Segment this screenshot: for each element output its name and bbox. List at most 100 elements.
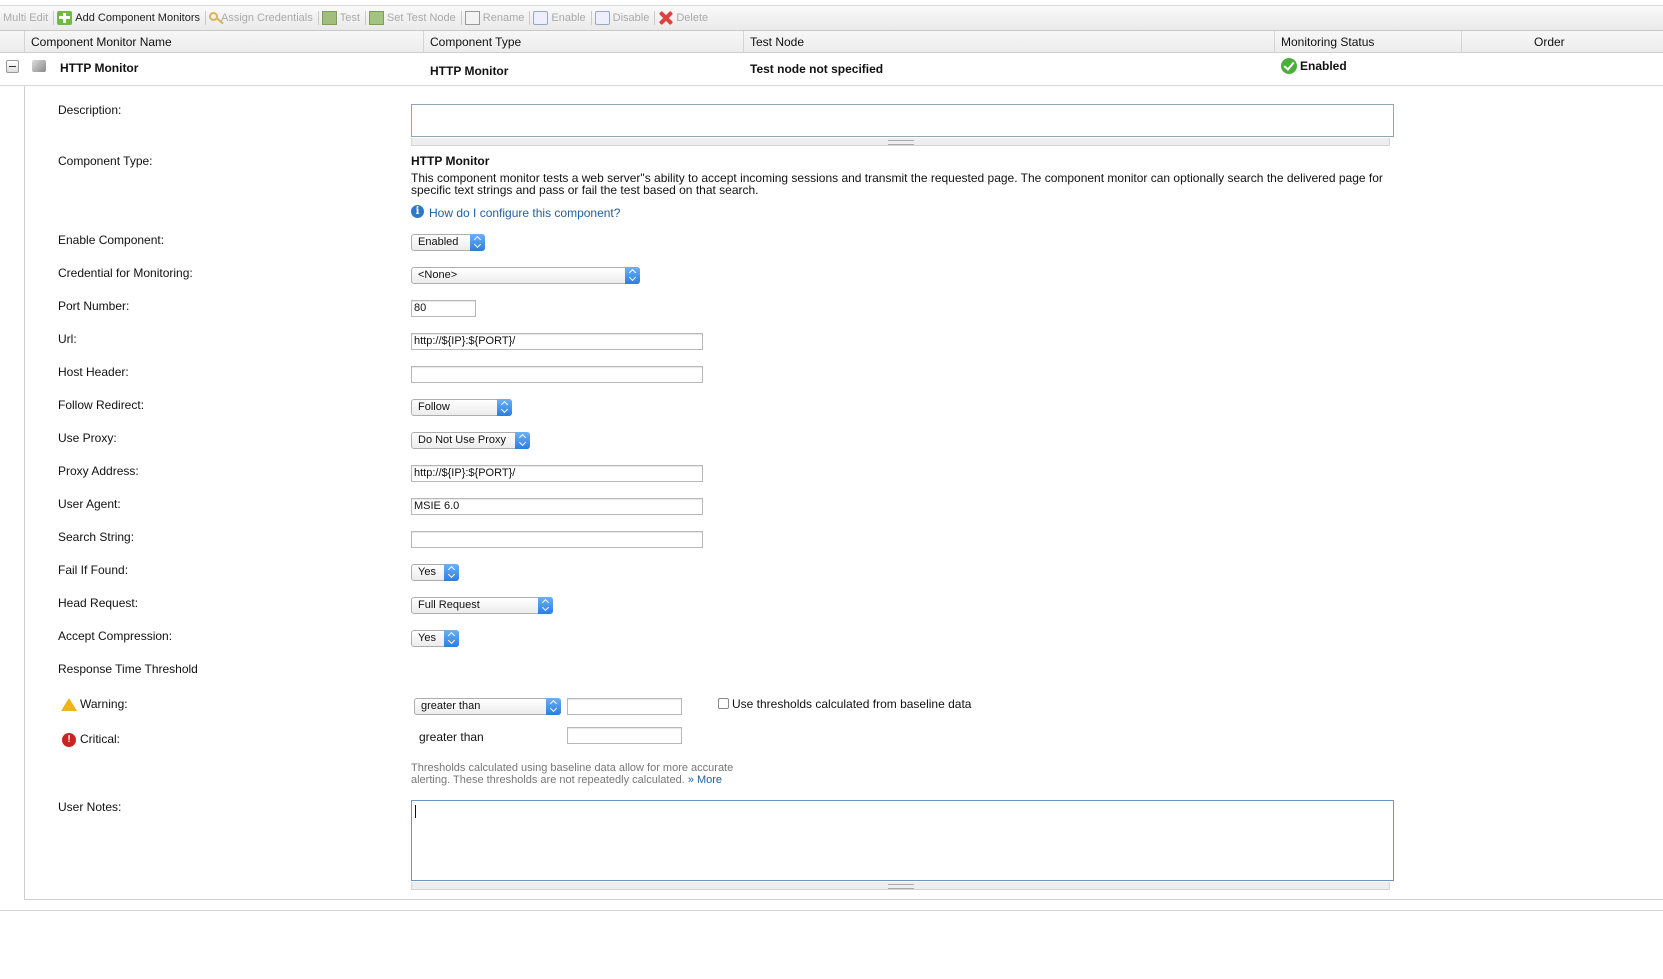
search-string-label: Search String: <box>58 530 135 544</box>
user-agent-input[interactable]: MSIE 6.0 <box>411 498 703 515</box>
select-arrows-icon <box>444 564 459 581</box>
select-arrows-icon <box>515 432 530 449</box>
proxy-address-label: Proxy Address: <box>58 464 139 478</box>
column-divider <box>1461 31 1462 53</box>
description-label: Description: <box>58 103 122 117</box>
column-header-name[interactable]: Component Monitor Name <box>25 31 172 53</box>
follow-redirect-select[interactable]: Follow <box>411 399 512 416</box>
test-icon <box>321 11 337 25</box>
info-icon: i <box>411 205 424 218</box>
column-header-type[interactable]: Component Type <box>424 31 521 53</box>
port-number-input[interactable]: 80 <box>411 300 476 317</box>
component-type-title: HTTP Monitor <box>411 154 490 168</box>
warning-threshold-input[interactable] <box>567 698 682 715</box>
critical-operator: greater than <box>419 730 484 744</box>
disable-label: Disable <box>612 12 650 24</box>
status-badge: Enabled <box>1300 59 1347 73</box>
baseline-note-line-1: Thresholds calculated using baseline dat… <box>411 762 734 774</box>
toolbar: Multi Edit Add Component Monitors Assign… <box>0 5 1663 31</box>
row-test-node: Test node not specified <box>750 62 884 76</box>
component-type-label: Component Type: <box>58 154 153 168</box>
delete-icon <box>658 11 673 25</box>
collapse-button[interactable] <box>6 60 19 73</box>
component-icon <box>32 60 46 72</box>
warning-operator-value: greater than <box>421 700 481 712</box>
rename-button[interactable]: Rename <box>462 6 530 30</box>
select-arrows-icon <box>625 267 640 284</box>
delete-label: Delete <box>676 12 709 24</box>
host-header-input[interactable] <box>411 366 703 383</box>
row-type: HTTP Monitor <box>430 64 509 78</box>
select-arrows-icon <box>497 399 512 416</box>
column-divider <box>24 31 25 53</box>
enable-component-value: Enabled <box>418 236 459 248</box>
url-input[interactable]: http://${IP}:${PORT}/ <box>411 333 703 350</box>
accept-compression-label: Accept Compression: <box>58 629 173 643</box>
accept-compression-select[interactable]: Yes <box>411 630 459 647</box>
text-cursor <box>415 805 416 818</box>
use-proxy-select[interactable]: Do Not Use Proxy <box>411 432 530 449</box>
multi-edit-label: Multi Edit <box>3 12 49 24</box>
column-header-status[interactable]: Monitoring Status <box>1275 31 1374 53</box>
add-component-monitors-button[interactable]: Add Component Monitors <box>54 6 205 30</box>
add-icon <box>57 11 73 25</box>
column-header-test-node[interactable]: Test Node <box>744 31 804 53</box>
description-textarea[interactable] <box>411 104 1394 137</box>
detail-panel <box>24 86 1663 900</box>
critical-icon: ! <box>62 733 76 747</box>
follow-redirect-value: Follow <box>418 401 450 413</box>
use-proxy-value: Do Not Use Proxy <box>418 434 507 446</box>
select-arrows-icon <box>546 698 561 715</box>
response-time-threshold-heading: Response Time Threshold <box>58 662 198 676</box>
fail-if-found-label: Fail If Found: <box>58 563 129 577</box>
enable-component-select[interactable]: Enabled <box>411 234 485 251</box>
select-arrows-icon <box>444 630 459 647</box>
delete-button[interactable]: Delete <box>655 6 713 30</box>
fail-if-found-select[interactable]: Yes <box>411 564 459 581</box>
add-component-monitors-label: Add Component Monitors <box>75 12 200 24</box>
credential-select[interactable]: <None> <box>411 267 640 284</box>
credential-label: Credential for Monitoring: <box>58 266 193 280</box>
disable-button[interactable]: Disable <box>592 6 655 30</box>
warning-operator-select[interactable]: greater than <box>414 698 561 715</box>
search-string-input[interactable] <box>411 531 703 548</box>
description-resize-handle[interactable] <box>411 138 1390 146</box>
enable-component-label: Enable Component: <box>58 233 165 247</box>
more-link[interactable]: » More <box>688 774 722 786</box>
node-icon <box>368 11 384 25</box>
head-request-select[interactable]: Full Request <box>411 597 553 614</box>
user-notes-resize-handle[interactable] <box>411 882 1390 890</box>
test-label: Test <box>339 12 360 24</box>
head-request-value: Full Request <box>418 599 480 611</box>
component-type-description: This component monitor tests a web serve… <box>411 171 1383 197</box>
user-agent-label: User Agent: <box>58 497 121 511</box>
critical-threshold-input[interactable] <box>567 727 682 744</box>
select-arrows-icon <box>538 597 553 614</box>
test-button[interactable]: Test <box>319 6 365 30</box>
assign-credentials-button[interactable]: Assign Credentials <box>206 6 318 30</box>
proxy-address-input[interactable]: http://${IP}:${PORT}/ <box>411 465 703 482</box>
set-test-node-button[interactable]: Set Test Node <box>366 6 461 30</box>
user-notes-label: User Notes: <box>58 800 122 814</box>
enable-button[interactable]: Enable <box>530 6 590 30</box>
follow-redirect-label: Follow Redirect: <box>58 398 145 412</box>
key-icon <box>208 12 218 21</box>
rename-icon <box>464 11 480 25</box>
warning-icon <box>61 698 77 711</box>
enable-icon <box>533 11 549 25</box>
baseline-thresholds-label: Use thresholds calculated from baseline … <box>732 697 972 711</box>
rename-label: Rename <box>482 12 525 24</box>
warning-label: Warning: <box>80 697 128 711</box>
column-header-order[interactable]: Order <box>1528 31 1565 53</box>
multi-edit-button[interactable]: Multi Edit <box>0 6 53 30</box>
url-label: Url: <box>58 332 77 346</box>
help-link[interactable]: How do I configure this component? <box>429 206 620 220</box>
baseline-thresholds-checkbox[interactable] <box>718 698 729 709</box>
disable-icon <box>594 11 610 25</box>
use-proxy-label: Use Proxy: <box>58 431 117 445</box>
table-row[interactable]: HTTP Monitor HTTP Monitor Test node not … <box>0 54 1663 86</box>
select-arrows-icon <box>470 234 485 251</box>
user-notes-textarea[interactable] <box>411 800 1394 881</box>
credential-value: <None> <box>418 269 458 281</box>
assign-credentials-label: Assign Credentials <box>220 12 313 24</box>
